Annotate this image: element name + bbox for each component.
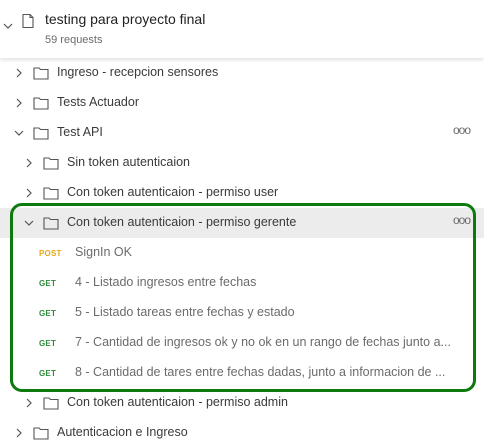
request-item[interactable]: POST SignIn OK [0,238,484,268]
folder-con-token-admin[interactable]: Con token autenticaion - permiso admin [0,388,484,418]
request-name: SignIn OK [75,245,132,259]
chevron-down-icon[interactable] [2,20,14,32]
request-item[interactable]: GET 4 - Listado ingresos entre fechas [0,268,484,298]
folder-icon [33,126,49,140]
request-item[interactable]: GET 8 - Cantidad de tares entre fechas d… [0,358,484,388]
more-options-icon[interactable]: ooo [453,213,471,227]
folder-ingreso[interactable]: Ingreso - recepcion sensores [0,58,484,88]
request-name: 4 - Listado ingresos entre fechas [75,275,257,289]
request-name: 5 - Listado tareas entre fechas y estado [75,305,295,319]
chevron-right-icon[interactable] [23,157,35,169]
chevron-right-icon[interactable] [13,67,25,79]
folder-icon [43,156,59,170]
method-badge: GET [39,279,57,288]
folder-label: Con token autenticaion - permiso admin [67,395,288,409]
folder-icon [43,216,59,230]
folder-label: Sin token autenticaion [67,155,191,169]
folder-icon [33,66,49,80]
chevron-down-icon[interactable] [13,127,25,139]
folder-label: Test API [57,125,103,139]
collection-request-count: 59 requests [45,34,103,46]
chevron-right-icon[interactable] [13,427,25,439]
folder-label: Ingreso - recepcion sensores [57,65,219,79]
chevron-right-icon[interactable] [23,187,35,199]
method-badge: GET [39,369,57,378]
chevron-right-icon[interactable] [23,397,35,409]
folder-icon [43,396,59,410]
folder-icon [33,426,49,440]
folder-icon [43,186,59,200]
method-badge: GET [39,309,57,318]
request-name: 8 - Cantidad de tares entre fechas dadas… [75,365,446,379]
request-item[interactable]: GET 7 - Cantidad de ingresos ok y no ok … [0,328,484,358]
request-item[interactable]: GET 5 - Listado tareas entre fechas y es… [0,298,484,328]
folder-label: Autenticacion e Ingreso [57,425,188,439]
collection-icon [20,13,36,29]
folder-tests-actuador[interactable]: Tests Actuador [0,88,484,118]
folder-sin-token[interactable]: Sin token autenticaion [0,148,484,178]
request-name: 7 - Cantidad de ingresos ok y no ok en u… [75,335,451,349]
chevron-down-icon[interactable] [23,217,35,229]
folder-label: Tests Actuador [57,95,139,109]
collection-title[interactable]: testing para proyecto final [45,11,205,27]
folder-autenticacion[interactable]: Autenticacion e Ingreso [0,418,484,446]
folder-label: Con token autenticaion - permiso user [67,185,279,199]
folder-icon [33,96,49,110]
chevron-right-icon[interactable] [13,97,25,109]
method-badge: GET [39,339,57,348]
folder-label: Con token autenticaion - permiso gerente [67,215,297,229]
folder-con-token-gerente[interactable]: Con token autenticaion - permiso gerente… [0,208,484,238]
collection-header[interactable]: testing para proyecto final 59 requests [0,0,484,58]
more-options-icon[interactable]: ooo [453,123,471,137]
folder-test-api[interactable]: Test API ooo [0,118,484,148]
method-badge: POST [39,249,62,258]
folder-con-token-user[interactable]: Con token autenticaion - permiso user [0,178,484,208]
